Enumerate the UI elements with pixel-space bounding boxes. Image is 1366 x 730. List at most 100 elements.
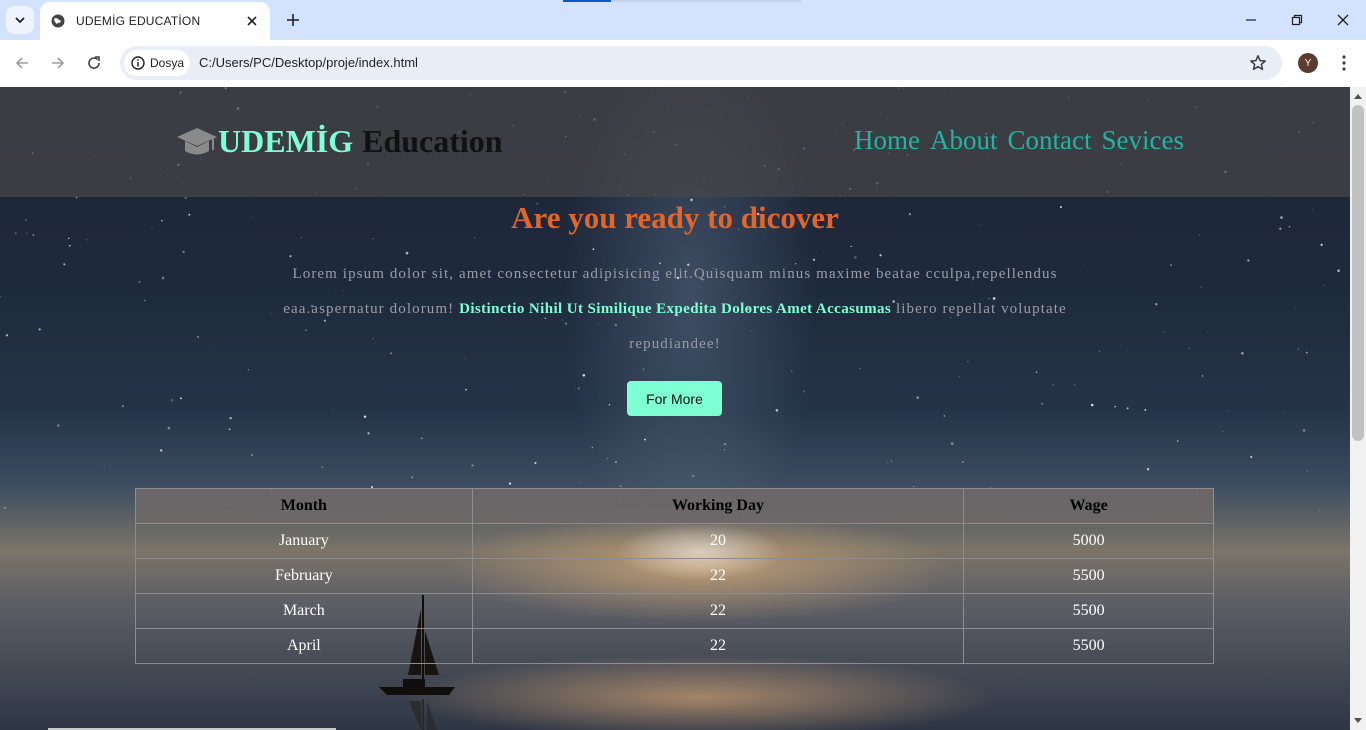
site-info-chip[interactable]: Dosya (124, 50, 190, 76)
scroll-down-arrow-icon[interactable] (1350, 714, 1366, 728)
star-dot (103, 465, 105, 467)
star-dot (644, 438, 647, 441)
star-dot (160, 449, 163, 452)
restore-button[interactable] (1285, 8, 1309, 32)
star-dot (474, 237, 476, 238)
star-dot (121, 405, 125, 408)
star-dot (1090, 403, 1094, 407)
star-dot (138, 280, 141, 284)
star-dot (802, 390, 805, 393)
star-dot (723, 449, 726, 451)
tab-strip-indicator (563, 0, 611, 2)
star-dot (887, 462, 889, 464)
star-dot (170, 398, 174, 402)
star-dot (1318, 509, 1320, 511)
scroll-up-arrow-icon[interactable] (1350, 89, 1366, 103)
cell-month: January (135, 523, 473, 559)
star-dot (534, 461, 537, 465)
star-dot (1035, 371, 1038, 374)
star-dot (68, 237, 70, 239)
star-dot (143, 299, 146, 302)
star-dot (56, 424, 60, 427)
star-dot (1098, 350, 1101, 352)
site-logo[interactable]: UDEMİG Education (176, 123, 503, 160)
cell-working-day: 22 (471, 593, 965, 629)
star-dot (962, 461, 964, 463)
star-dot (606, 457, 609, 460)
scrollbar-thumb[interactable] (1352, 105, 1364, 441)
column-header-wage: Wage (963, 488, 1214, 524)
star-dot (229, 416, 232, 420)
nav-home-link[interactable]: Home (854, 125, 920, 156)
graduation-cap-icon (176, 125, 218, 159)
star-dot (890, 460, 892, 462)
arrow-right-icon (52, 57, 65, 69)
close-icon[interactable] (244, 13, 260, 29)
star-dot (1241, 352, 1244, 355)
nav-services-link[interactable]: Sevices (1101, 125, 1183, 156)
cell-working-day: 22 (471, 628, 965, 664)
bookmark-button[interactable] (1248, 53, 1268, 73)
cell-month: April (135, 628, 473, 664)
browser-tab-active[interactable]: UDEMİG EDUCATİON (40, 2, 270, 40)
star-icon (1250, 55, 1266, 71)
star-dot (167, 426, 171, 430)
star-dot (1144, 408, 1147, 411)
minimize-icon (1246, 19, 1256, 21)
vertical-scrollbar[interactable] (1350, 87, 1366, 730)
star-dot (508, 482, 512, 485)
back-button[interactable] (9, 50, 35, 76)
reload-button[interactable] (81, 50, 107, 76)
star-dot (579, 482, 581, 484)
chevron-down-icon (15, 17, 25, 24)
star-dot (859, 368, 861, 370)
tab-search-button[interactable] (6, 6, 34, 34)
star-dot (1302, 429, 1306, 432)
star-dot (405, 251, 409, 255)
nav-contact-link[interactable]: Contact (1007, 125, 1091, 156)
profile-avatar[interactable]: Y (1298, 53, 1318, 73)
star-dot (1250, 455, 1253, 459)
star-dot (1297, 348, 1299, 350)
cell-working-day: 22 (471, 558, 965, 594)
star-dot (591, 446, 594, 449)
star-dot (179, 397, 182, 400)
star-dot (775, 409, 779, 412)
star-dot (228, 428, 231, 431)
star-dot (63, 263, 66, 266)
cell-working-day: 20 (471, 523, 965, 559)
star-dot (1188, 347, 1190, 349)
star-dot (85, 239, 88, 241)
star-dot (471, 464, 474, 467)
star-dot (642, 368, 645, 370)
site-chip-label: Dosya (150, 56, 185, 70)
browser-menu-button[interactable] (1334, 53, 1354, 73)
address-bar[interactable]: Dosya C:/Users/PC/Desktop/proje/index.ht… (120, 46, 1282, 80)
star-dot (4, 506, 6, 509)
minimize-button[interactable] (1239, 8, 1263, 32)
star-dot (1074, 384, 1076, 386)
star-dot (577, 387, 581, 390)
star-dot (209, 343, 211, 345)
cell-wage: 5500 (963, 593, 1214, 629)
column-header-working-day: Working Day (471, 488, 965, 524)
star-dot (1223, 430, 1224, 432)
for-more-button[interactable]: For More (627, 381, 722, 416)
star-dot (943, 415, 946, 417)
cell-month: February (135, 558, 473, 594)
star-dot (300, 237, 302, 239)
close-window-button[interactable] (1331, 8, 1355, 32)
logo-brand-text: UDEMİG (218, 123, 354, 159)
nav-about-link[interactable]: About (930, 125, 998, 156)
url-text[interactable]: C:/Users/PC/Desktop/proje/index.html (199, 55, 418, 70)
star-dot (1282, 411, 1284, 413)
star-dot (950, 442, 954, 445)
star-dot (420, 437, 423, 440)
table-row: January 20 5000 (135, 523, 1214, 559)
forward-button[interactable] (45, 50, 71, 76)
new-tab-button[interactable] (281, 8, 305, 32)
star-dot (321, 466, 324, 469)
star-dot (592, 248, 595, 251)
restore-icon (1291, 14, 1303, 26)
star-dot (1170, 264, 1172, 266)
